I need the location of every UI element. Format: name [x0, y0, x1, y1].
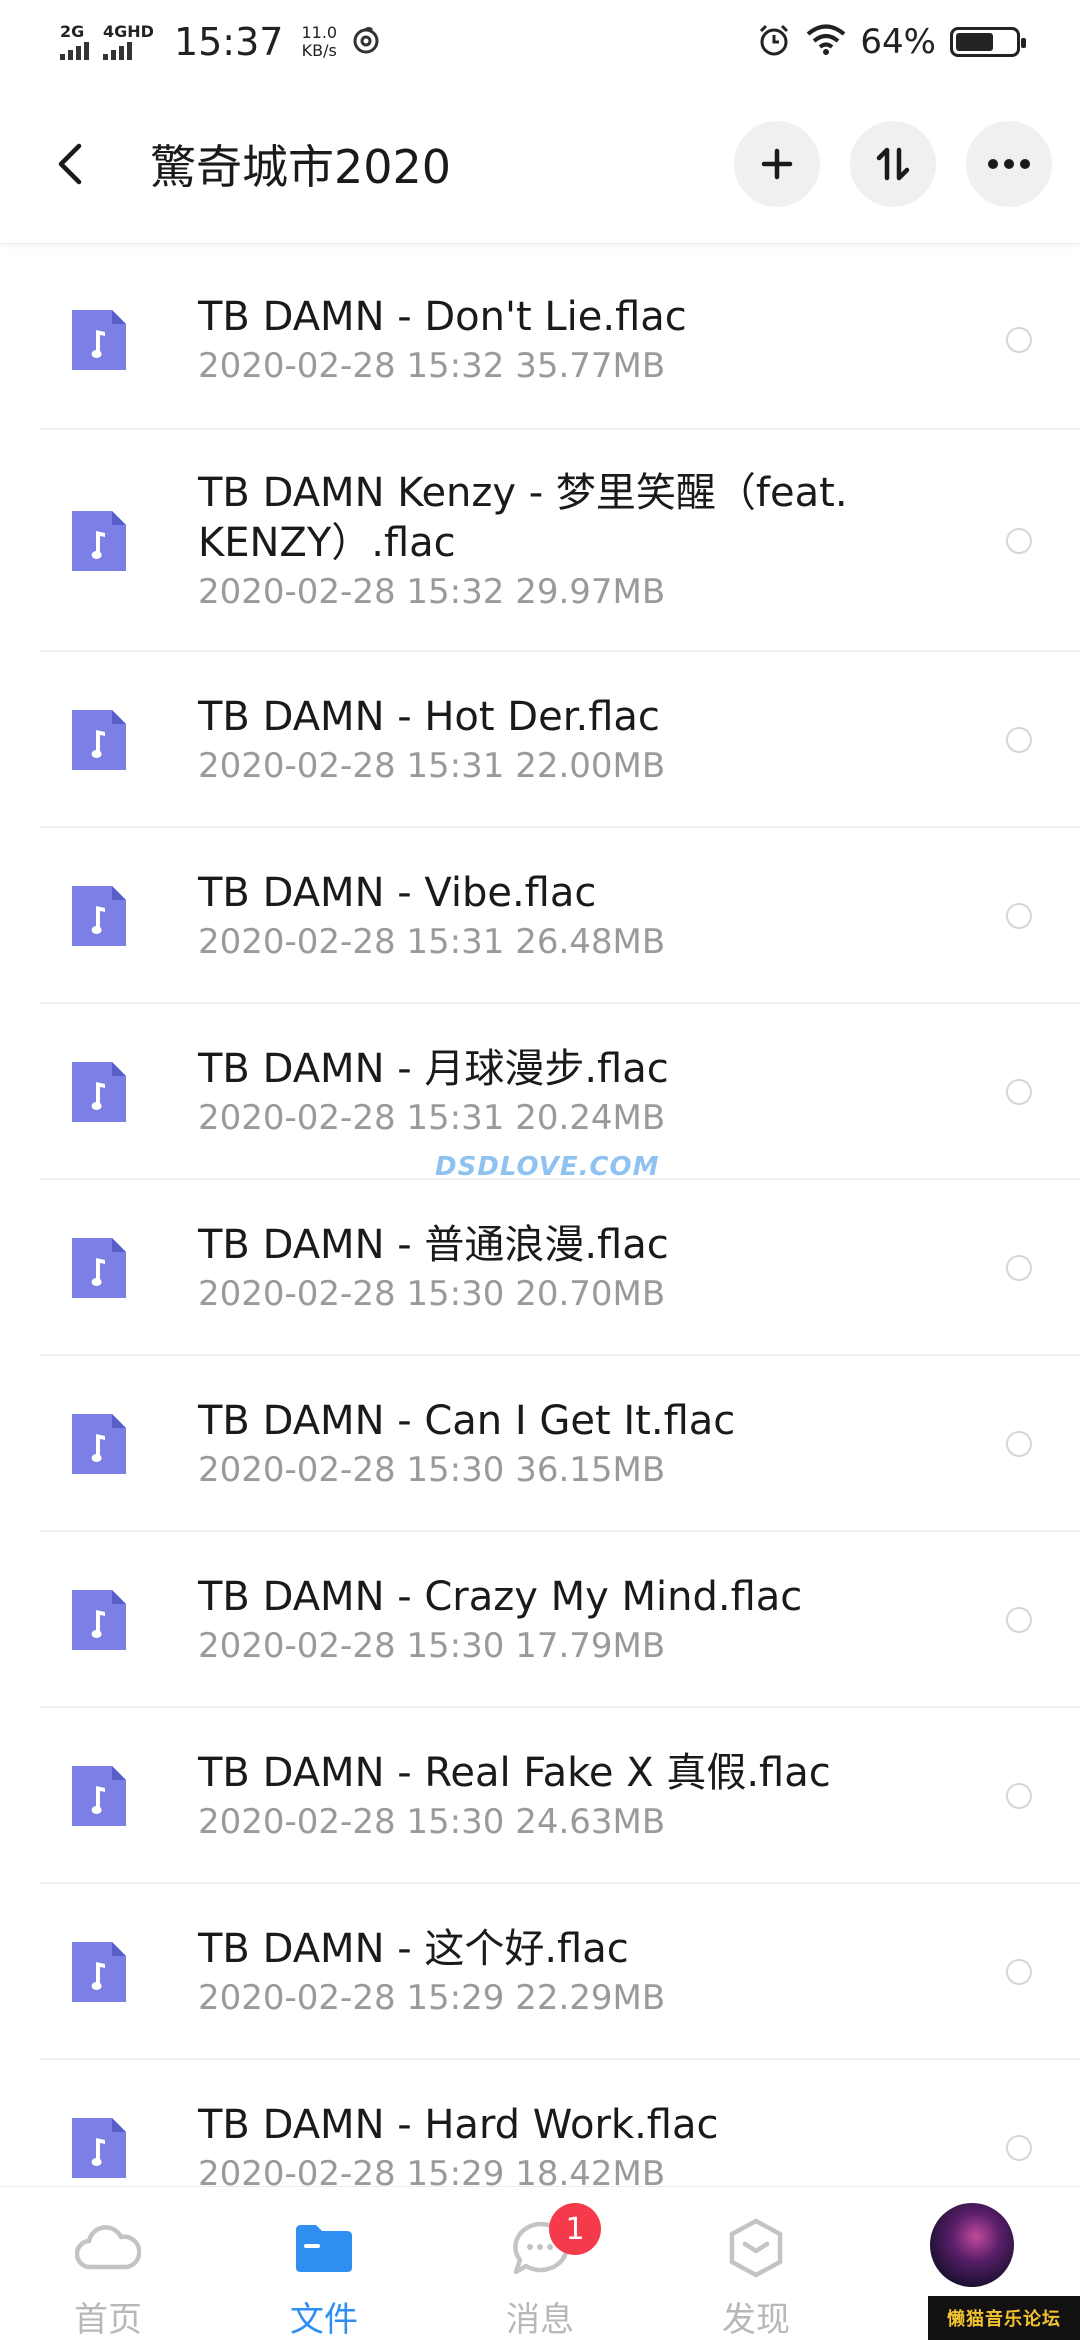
select-radio[interactable]: [1006, 528, 1032, 554]
select-radio[interactable]: [1006, 727, 1032, 753]
file-row[interactable]: TB DAMN - Hard Work.flac 2020-02-28 15:2…: [0, 2060, 1080, 2186]
avatar[interactable]: [930, 2203, 1014, 2287]
signal-1-label: 2G: [60, 22, 85, 41]
sort-button[interactable]: [850, 120, 936, 207]
file-name: TB DAMN - Hot Der.flac: [198, 694, 660, 740]
nav-messages-label: 消息: [506, 2300, 574, 2340]
file-name: TB DAMN - Don't Lie.flac: [198, 294, 687, 340]
file-row[interactable]: TB DAMN - Don't Lie.flac 2020-02-28 15:3…: [0, 250, 1080, 430]
music-file-icon: [72, 2118, 126, 2178]
nav-home[interactable]: 首页: [0, 2187, 216, 2340]
battery-percent: 64%: [860, 22, 936, 62]
alarm-icon: [756, 22, 792, 62]
select-radio[interactable]: [1006, 903, 1032, 929]
netease-icon: [351, 25, 381, 59]
file-name: TB DAMN - 这个好.flac: [198, 1926, 629, 1972]
file-meta: 2020-02-28 15:31 22.00MB: [198, 746, 666, 786]
file-name: TB DAMN Kenzy - 梦里笑醒（feat. KENZY）.flac: [198, 470, 848, 566]
file-row[interactable]: TB DAMN - Hot Der.flac 2020-02-28 15:31 …: [0, 652, 1080, 828]
plus-icon: [761, 148, 793, 179]
music-file-icon: [72, 1942, 126, 2002]
file-name: TB DAMN - 普通浪漫.flac: [198, 1222, 669, 1268]
add-button[interactable]: [734, 120, 820, 207]
music-file-icon: [72, 1766, 126, 1826]
nav-files[interactable]: 文件: [216, 2187, 432, 2340]
file-meta: 2020-02-28 15:32 35.77MB: [198, 346, 666, 386]
status-bar: 2G 4GHD 15:37 11.0 KB/s 64%: [0, 0, 1080, 84]
file-row[interactable]: TB DAMN Kenzy - 梦里笑醒（feat. KENZY）.flac 2…: [0, 430, 1080, 652]
music-file-icon: [72, 1238, 126, 1298]
message-badge: 1: [549, 2203, 601, 2255]
file-meta: 2020-02-28 15:30 17.79MB: [198, 1626, 666, 1666]
watermark: DSDLOVE.COM: [435, 1152, 660, 1182]
file-meta: 2020-02-28 15:30 20.70MB: [198, 1274, 666, 1314]
file-row[interactable]: TB DAMN - Crazy My Mind.flac 2020-02-28 …: [0, 1532, 1080, 1708]
file-meta: 2020-02-28 15:32 29.97MB: [198, 572, 666, 612]
page-title: 驚奇城市2020: [150, 139, 452, 194]
speed-value: 11.0: [301, 23, 338, 42]
select-radio[interactable]: [1006, 1607, 1032, 1633]
nav-messages[interactable]: 1 消息: [432, 2187, 648, 2340]
music-file-icon: [72, 511, 126, 571]
file-row[interactable]: TB DAMN - 普通浪漫.flac 2020-02-28 15:30 20.…: [0, 1180, 1080, 1356]
file-name: TB DAMN - 月球漫步.flac: [198, 1046, 669, 1092]
music-file-icon: [72, 310, 126, 370]
battery-icon: [950, 27, 1026, 57]
select-radio[interactable]: [1006, 327, 1032, 353]
select-radio[interactable]: [1006, 1431, 1032, 1457]
chat-bubble-icon: 1: [505, 2203, 601, 2278]
sort-icon: [876, 147, 910, 180]
file-list: TB DAMN - Don't Lie.flac 2020-02-28 15:3…: [0, 250, 1080, 2186]
nav-discover-label: 发现: [722, 2300, 790, 2340]
signal-2-label: 4GHD: [103, 22, 154, 41]
folder-icon: [289, 2217, 359, 2278]
file-row[interactable]: TB DAMN - Vibe.flac 2020-02-28 15:31 26.…: [0, 828, 1080, 1004]
speed-unit: KB/s: [301, 41, 337, 60]
battery-fill: [956, 33, 994, 51]
file-meta: 2020-02-28 15:31 20.24MB: [198, 1098, 666, 1138]
cloud-icon: [73, 2217, 143, 2278]
music-file-icon: [72, 710, 126, 770]
forum-watermark: 懒猫音乐论坛: [928, 2296, 1080, 2340]
back-button[interactable]: [40, 124, 100, 204]
file-name: TB DAMN - Vibe.flac: [198, 870, 597, 916]
file-row[interactable]: TB DAMN - Real Fake X 真假.flac 2020-02-28…: [0, 1708, 1080, 1884]
select-radio[interactable]: [1006, 1255, 1032, 1281]
nav-home-label: 首页: [74, 2300, 142, 2340]
more-button[interactable]: [966, 120, 1052, 207]
chevron-left-icon: [58, 143, 82, 184]
file-meta: 2020-02-28 15:30 36.15MB: [198, 1450, 666, 1490]
file-meta: 2020-02-28 15:29 18.42MB: [198, 2154, 666, 2186]
app-header: 驚奇城市2020: [0, 84, 1080, 244]
file-meta: 2020-02-28 15:30 24.63MB: [198, 1802, 666, 1842]
file-name: TB DAMN - Hard Work.flac: [198, 2102, 719, 2148]
select-radio[interactable]: [1006, 2135, 1032, 2161]
file-meta: 2020-02-28 15:31 26.48MB: [198, 922, 666, 962]
file-name: TB DAMN - Real Fake X 真假.flac: [198, 1750, 831, 1796]
file-name: TB DAMN - Can I Get It.flac: [198, 1398, 736, 1444]
file-row[interactable]: TB DAMN - 这个好.flac 2020-02-28 15:29 22.2…: [0, 1884, 1080, 2060]
file-name: TB DAMN - Crazy My Mind.flac: [198, 1574, 803, 1620]
music-file-icon: [72, 1590, 126, 1650]
file-meta: 2020-02-28 15:29 22.29MB: [198, 1978, 666, 2018]
discover-cube-icon: [721, 2217, 791, 2278]
file-row[interactable]: TB DAMN - Can I Get It.flac 2020-02-28 1…: [0, 1356, 1080, 1532]
nav-files-label: 文件: [290, 2300, 358, 2340]
status-time: 15:37: [173, 20, 284, 64]
more-dots-icon: [988, 158, 1030, 169]
select-radio[interactable]: [1006, 1079, 1032, 1105]
music-file-icon: [72, 886, 126, 946]
select-radio[interactable]: [1006, 1959, 1032, 1985]
bottom-nav: 首页 文件 1 消息 发现: [0, 2186, 1080, 2340]
music-file-icon: [72, 1062, 126, 1122]
network-speed: 11.0 KB/s: [301, 24, 337, 60]
signal-2g-icon: 2G: [60, 24, 89, 60]
music-file-icon: [72, 1414, 126, 1474]
wifi-icon: [806, 24, 846, 60]
signal-4g-icon: 4GHD: [103, 24, 154, 60]
select-radio[interactable]: [1006, 1783, 1032, 1809]
nav-discover[interactable]: 发现: [648, 2187, 864, 2340]
